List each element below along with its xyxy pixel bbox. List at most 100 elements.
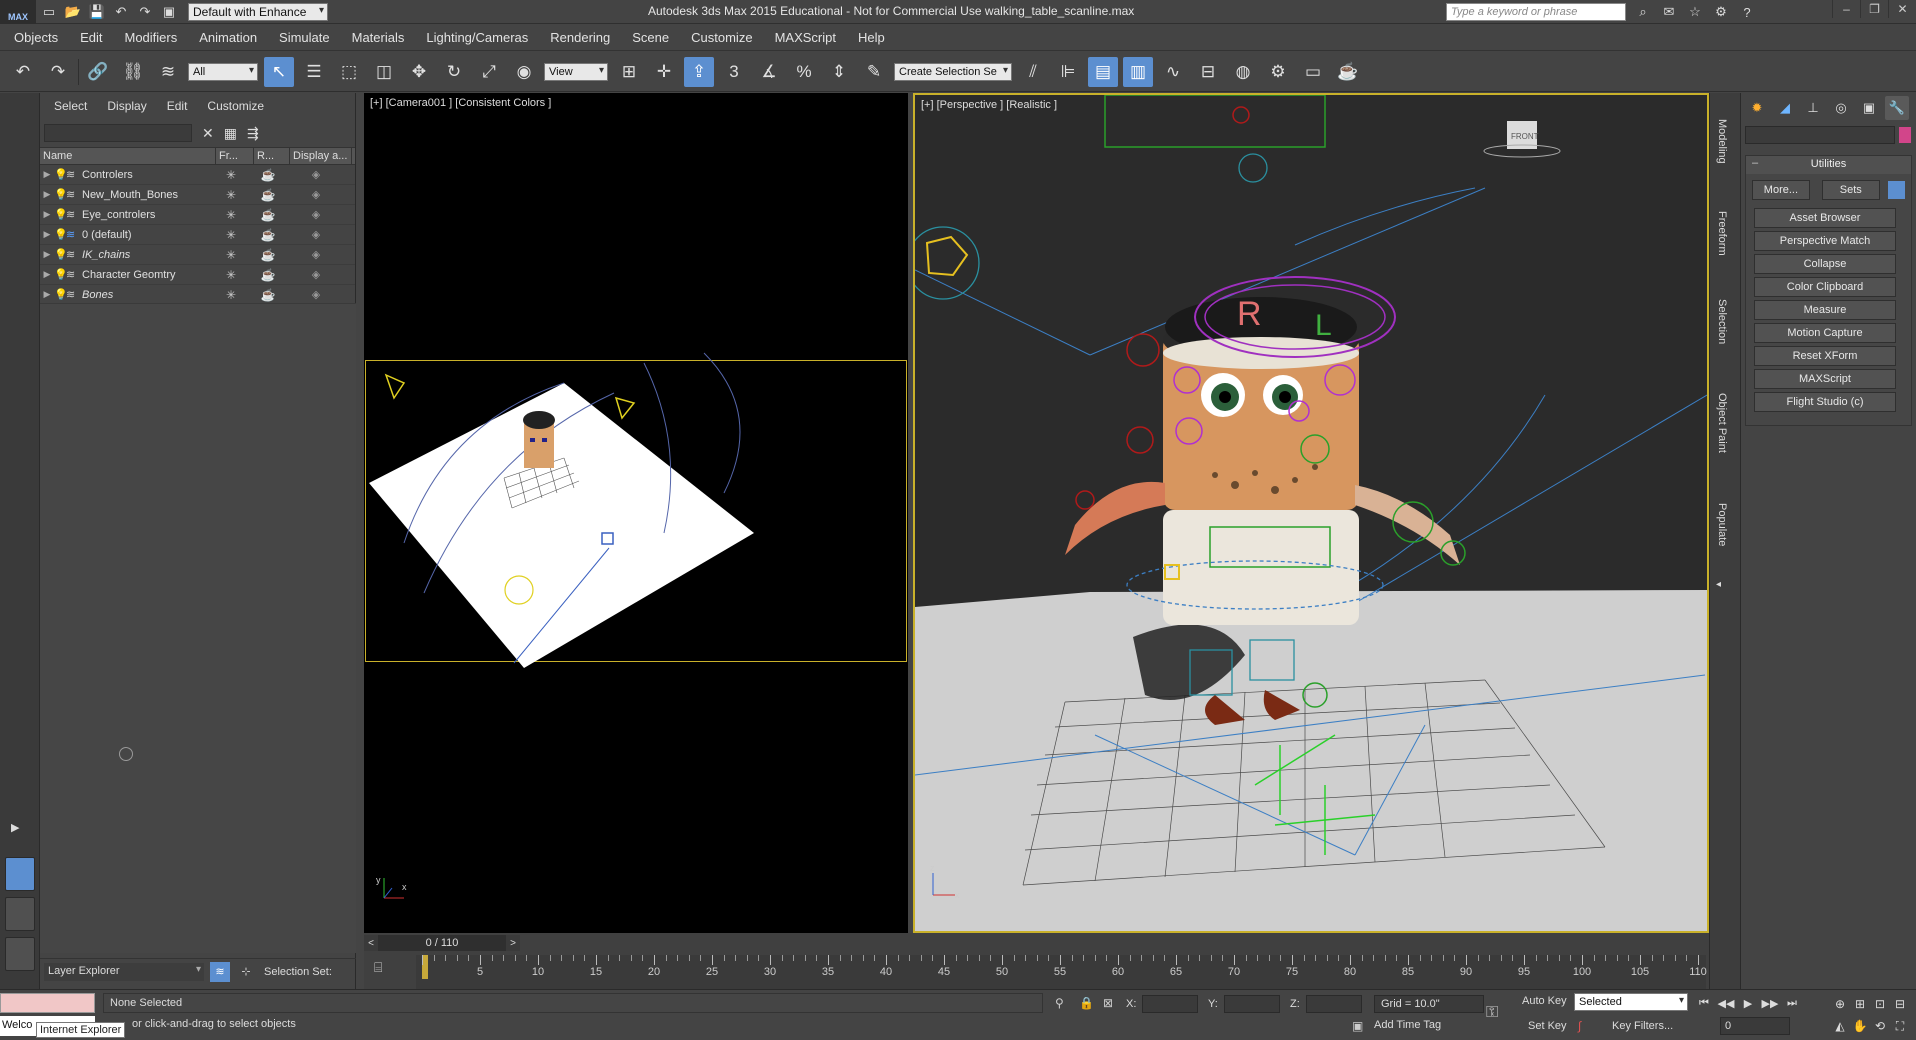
layer-name[interactable]: New_Mouth_Bones: [82, 189, 212, 201]
help-icon[interactable]: ?: [1736, 2, 1758, 22]
minimize-icon[interactable]: –: [1832, 0, 1860, 18]
restore-icon[interactable]: ❐: [1860, 0, 1888, 18]
select-by-name-icon[interactable]: ☰: [299, 57, 329, 87]
menu-edit[interactable]: Edit: [80, 30, 102, 45]
teapot-icon[interactable]: ☕: [250, 228, 286, 242]
teapot-icon[interactable]: ☕: [250, 168, 286, 182]
column-frozen[interactable]: Fr...: [216, 148, 254, 164]
select-and-scale-icon[interactable]: ⤢: [474, 57, 504, 87]
explorer-menu-customize[interactable]: Customize: [207, 99, 264, 113]
display-icon[interactable]: ◈: [286, 208, 346, 221]
selection-filter-dropdown[interactable]: All: [188, 62, 258, 81]
material-editor-icon[interactable]: ◍: [1228, 57, 1258, 87]
orbit-icon[interactable]: ⟲: [1870, 1016, 1890, 1036]
new-scene-icon[interactable]: ▭: [38, 3, 60, 21]
maxscript-button[interactable]: MAXScript: [1754, 369, 1896, 389]
select-manipulate-icon[interactable]: ✛: [649, 57, 679, 87]
layer-name[interactable]: IK_chains: [82, 249, 212, 261]
object-color-swatch[interactable]: [1899, 127, 1911, 143]
window-crossing-icon[interactable]: ◫: [369, 57, 399, 87]
explorer-menu-select[interactable]: Select: [54, 99, 87, 113]
menu-rendering[interactable]: Rendering: [550, 30, 610, 45]
edit-named-selection-icon[interactable]: ✎: [859, 57, 889, 87]
expand-panel-icon[interactable]: ▶: [11, 821, 19, 834]
teapot-icon[interactable]: ☕: [250, 208, 286, 222]
time-tag-icon[interactable]: ▣: [1352, 1019, 1363, 1033]
timeline-ruler[interactable]: 5 10 15 20 25 30 35 40 45 50 55 60 65 70 75 80 85 90 95 100…: [416, 955, 1707, 989]
reset-xform-button[interactable]: Reset XForm: [1754, 346, 1896, 366]
maximize-viewport-icon[interactable]: ⛶: [1890, 1016, 1910, 1036]
freeze-icon[interactable]: ✳: [212, 248, 250, 262]
display-tab-icon[interactable]: ▣: [1857, 96, 1881, 120]
freeze-icon[interactable]: ✳: [212, 188, 250, 202]
search-input[interactable]: Type a keyword or phrase: [1446, 3, 1626, 21]
tab-populate[interactable]: Populate: [1716, 503, 1728, 546]
teapot-icon[interactable]: ☕: [250, 248, 286, 262]
perspective-match-button[interactable]: Perspective Match: [1754, 231, 1896, 251]
spinner-snap-icon[interactable]: ⇕: [824, 57, 854, 87]
x-field[interactable]: [1142, 995, 1199, 1013]
default-tangents-icon[interactable]: ∫: [1578, 1019, 1581, 1033]
object-name-input[interactable]: [1745, 126, 1895, 144]
menu-scene[interactable]: Scene: [632, 30, 669, 45]
sort-by-layer-icon[interactable]: ≋: [210, 961, 230, 982]
layer-row[interactable]: ▶ 💡 ≋ Eye_controlers ✳ ☕ ◈: [40, 205, 355, 225]
display-icon[interactable]: ◈: [286, 168, 346, 181]
column-display[interactable]: Display a...: [290, 148, 352, 164]
menu-modifiers[interactable]: Modifiers: [124, 30, 177, 45]
curve-editor-icon[interactable]: ∿: [1158, 57, 1188, 87]
zoom-extents-icon[interactable]: ⊡: [1870, 994, 1890, 1014]
menu-maxscript[interactable]: MAXScript: [775, 30, 836, 45]
named-selection-dropdown[interactable]: Create Selection Se: [894, 62, 1012, 81]
redo-button[interactable]: ↷: [43, 57, 73, 87]
pivot-center-icon[interactable]: ⊞: [614, 57, 644, 87]
expand-arrow-icon[interactable]: ▶: [40, 249, 54, 260]
lightbulb-icon[interactable]: 💡: [54, 188, 68, 201]
configure-sets-icon[interactable]: [1887, 181, 1905, 199]
project-folder-icon[interactable]: ▣: [158, 3, 180, 21]
create-layer-icon[interactable]: ▦: [224, 125, 237, 142]
subscription-icon[interactable]: ✉: [1658, 2, 1680, 22]
expand-arrow-icon[interactable]: ▶: [40, 209, 54, 220]
z-field[interactable]: [1305, 995, 1362, 1013]
lightbulb-icon[interactable]: 💡: [54, 288, 68, 301]
camera-viewport[interactable]: [+] [Camera001 ] [Consistent Colors ] x …: [364, 93, 908, 933]
menu-customize[interactable]: Customize: [691, 30, 752, 45]
layout-tab-2[interactable]: [5, 897, 35, 931]
current-frame-field[interactable]: 0: [1720, 1017, 1790, 1035]
lightbulb-icon[interactable]: 💡: [54, 208, 68, 221]
binoculars-icon[interactable]: ⌕: [1632, 2, 1654, 22]
key-filters-button[interactable]: Key Filters...: [1612, 1020, 1673, 1032]
layer-name[interactable]: Eye_controlers: [82, 209, 212, 221]
layout-tab-1[interactable]: [5, 857, 35, 891]
expand-arrow-icon[interactable]: ▶: [40, 269, 54, 280]
tab-freeform[interactable]: Freeform: [1716, 211, 1728, 256]
redo-icon[interactable]: ↷: [134, 3, 156, 21]
layer-explorer-icon[interactable]: ▤: [1088, 56, 1118, 87]
set-key-button[interactable]: Set Key: [1528, 1020, 1567, 1032]
exchange-icon[interactable]: ⚙: [1710, 2, 1732, 22]
zoom-extents-all-icon[interactable]: ⊟: [1890, 994, 1910, 1014]
expand-arrow-icon[interactable]: ▶: [40, 169, 54, 180]
lightbulb-icon[interactable]: 💡: [54, 168, 68, 181]
measure-button[interactable]: Measure: [1754, 300, 1896, 320]
rectangular-selection-icon[interactable]: ⬚: [334, 57, 364, 87]
close-icon[interactable]: ✕: [1888, 0, 1916, 18]
undo-icon[interactable]: ↶: [110, 3, 132, 21]
reference-coordinate-dropdown[interactable]: View: [544, 62, 608, 81]
freeze-icon[interactable]: ✳: [212, 208, 250, 222]
lightbulb-icon[interactable]: 💡: [54, 228, 68, 241]
y-field[interactable]: [1223, 995, 1280, 1013]
render-production-icon[interactable]: ☕: [1333, 57, 1363, 87]
menu-simulate[interactable]: Simulate: [279, 30, 330, 45]
utilities-tab-icon[interactable]: 🔧: [1885, 96, 1909, 120]
asset-browser-button[interactable]: Asset Browser: [1754, 208, 1896, 228]
key-mode-icon[interactable]: ⚿: [1486, 1004, 1498, 1022]
freeze-icon[interactable]: ✳: [212, 268, 250, 282]
freeze-icon[interactable]: ✳: [212, 228, 250, 242]
layer-name[interactable]: Bones: [82, 289, 212, 301]
lightbulb-icon[interactable]: 💡: [54, 268, 68, 281]
modify-tab-icon[interactable]: ◢: [1773, 96, 1797, 120]
explorer-search-input[interactable]: [44, 124, 192, 142]
tab-selection[interactable]: Selection: [1716, 299, 1728, 344]
